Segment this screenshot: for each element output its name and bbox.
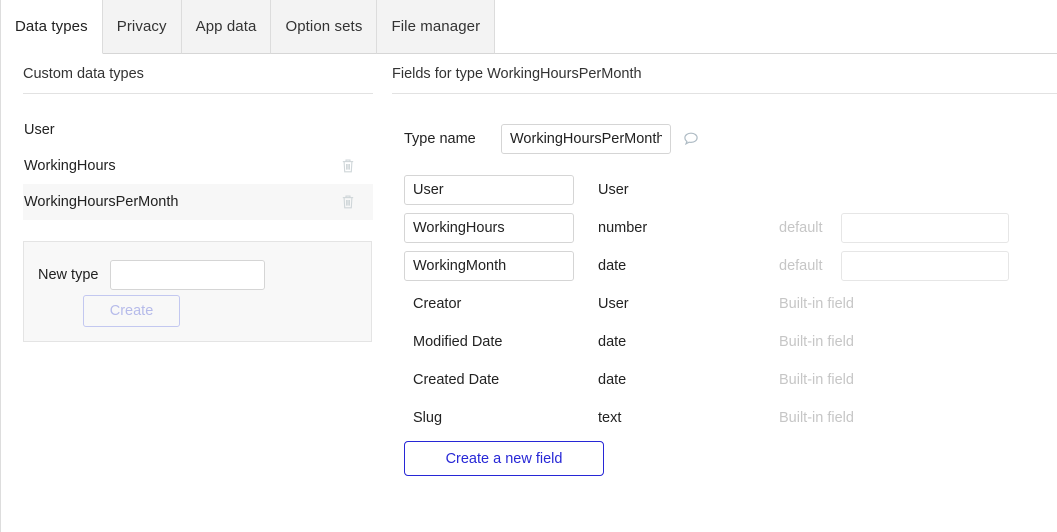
tab-app-data[interactable]: App data — [181, 0, 272, 54]
field-row: User — [404, 171, 1044, 209]
tab-bar: Data types Privacy App data Option sets … — [1, 0, 1057, 54]
field-row: Modified Date date Built-in field — [404, 323, 1044, 361]
tab-label: File manager — [391, 18, 481, 35]
custom-data-types-heading: Custom data types — [23, 66, 144, 82]
type-name-row: Type name — [404, 124, 700, 154]
field-name-label: Created Date — [413, 372, 500, 388]
new-type-label: New type — [38, 267, 99, 283]
fields-for-type-heading: Fields for type WorkingHoursPerMonth — [392, 66, 642, 82]
default-label: default — [779, 220, 823, 236]
data-type-name: WorkingHoursPerMonth — [24, 194, 179, 210]
type-name-input[interactable] — [501, 124, 671, 154]
list-item-user[interactable]: User — [23, 112, 373, 148]
field-row: number default — [404, 209, 1044, 247]
field-type-label: number — [598, 220, 648, 236]
field-name-input[interactable] — [404, 213, 574, 243]
list-item-workinghours[interactable]: WorkingHours — [23, 148, 373, 184]
data-types-page: Data types Privacy App data Option sets … — [0, 0, 1057, 532]
new-type-panel: New type Create — [23, 241, 372, 342]
field-default-input[interactable] — [841, 213, 1009, 243]
data-type-name: WorkingHours — [24, 158, 116, 174]
tab-option-sets[interactable]: Option sets — [271, 0, 378, 54]
tab-label: App data — [195, 18, 257, 35]
builtin-field-label: Built-in field — [779, 296, 854, 312]
builtin-field-label: Built-in field — [779, 334, 854, 350]
field-name-label: Creator — [413, 296, 462, 312]
new-type-input[interactable] — [110, 260, 266, 290]
fields-list: User number default date default Creator… — [404, 171, 1044, 437]
field-type-label: date — [598, 334, 627, 350]
tab-bar-filler — [495, 0, 1057, 54]
comment-bubble-icon[interactable] — [682, 130, 700, 148]
default-label: default — [779, 258, 823, 274]
field-row: Created Date date Built-in field — [404, 361, 1044, 399]
right-panel-divider — [392, 93, 1057, 94]
field-name-label: Modified Date — [413, 334, 503, 350]
field-name-input[interactable] — [404, 251, 574, 281]
builtin-field-label: Built-in field — [779, 410, 854, 426]
field-name-label: Slug — [413, 410, 443, 426]
trash-icon[interactable] — [341, 194, 355, 210]
tab-privacy[interactable]: Privacy — [102, 0, 182, 54]
field-default-input[interactable] — [841, 251, 1009, 281]
tab-data-types[interactable]: Data types — [1, 0, 103, 54]
field-type-label: text — [598, 410, 622, 426]
data-type-name: User — [24, 122, 55, 138]
tab-label: Data types — [15, 18, 88, 35]
tab-label: Option sets — [285, 18, 363, 35]
tab-label: Privacy — [116, 18, 167, 35]
field-type-label: date — [598, 258, 627, 274]
create-type-button[interactable]: Create — [83, 295, 180, 327]
type-name-label: Type name — [404, 131, 476, 147]
field-type-label: User — [598, 296, 629, 312]
builtin-field-label: Built-in field — [779, 372, 854, 388]
field-name-input[interactable] — [404, 175, 574, 205]
new-type-row: New type — [38, 260, 266, 290]
field-type-label: date — [598, 372, 627, 388]
create-new-field-button[interactable]: Create a new field — [404, 441, 604, 476]
field-type-label: User — [598, 182, 629, 198]
field-row: date default — [404, 247, 1044, 285]
custom-data-type-list: User WorkingHours WorkingHoursPerMonth — [23, 112, 373, 220]
field-row: Slug text Built-in field — [404, 399, 1044, 437]
trash-icon[interactable] — [341, 158, 355, 174]
tab-file-manager[interactable]: File manager — [377, 0, 496, 54]
left-panel-divider — [23, 93, 373, 94]
list-item-workinghourspermonth[interactable]: WorkingHoursPerMonth — [23, 184, 373, 220]
field-row: Creator User Built-in field — [404, 285, 1044, 323]
